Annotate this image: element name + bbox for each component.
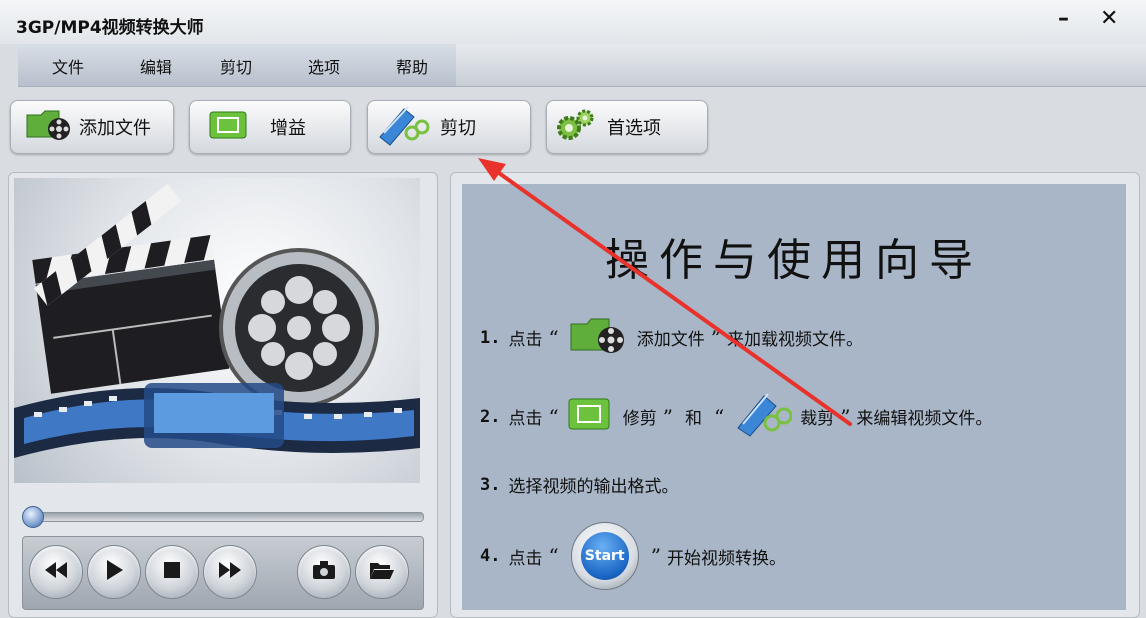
- fast-forward-button[interactable]: [203, 545, 257, 599]
- video-preview: [14, 178, 420, 483]
- open-folder-icon: [370, 561, 394, 583]
- seek-thumb[interactable]: [22, 506, 44, 528]
- stop-icon: [164, 562, 180, 582]
- quote: ”: [840, 404, 851, 429]
- snapshot-button[interactable]: [297, 545, 351, 599]
- rewind-icon: [45, 562, 67, 582]
- quote: ”: [662, 404, 673, 429]
- fast-forward-icon: [219, 562, 241, 582]
- add-file-label: 添加文件: [79, 118, 151, 139]
- step-text: 点击: [508, 409, 543, 429]
- step-text: 来加载视频文件。: [726, 330, 863, 350]
- usage-guide: 操作与使用向导 1. 点击 “ 添加文件 ” 来加载视频文件。 2. 点击 “: [462, 184, 1126, 610]
- preferences-label: 首选项: [607, 118, 661, 139]
- cut-button[interactable]: 剪切: [367, 100, 531, 154]
- stop-button[interactable]: [145, 545, 199, 599]
- gain-button[interactable]: 增益: [189, 100, 351, 154]
- crop-frame-icon: [567, 396, 611, 437]
- guide-step-3: 3. 选择视频的输出格式。: [480, 472, 679, 498]
- scissors-film-icon: [732, 390, 793, 443]
- add-file-button[interactable]: 添加文件: [10, 100, 174, 154]
- clapperboard-film-reel-image: [14, 183, 420, 458]
- step-text: 来编辑视频文件。: [856, 409, 993, 429]
- camera-icon: [313, 561, 335, 583]
- step-number: 3.: [480, 474, 501, 495]
- gears-icon: [555, 108, 595, 146]
- step-label-crop: 裁剪: [800, 409, 835, 429]
- quote: “: [548, 544, 559, 568]
- folder-film-icon: [25, 107, 73, 147]
- guide-step-1: 1. 点击 “ 添加文件 ” 来加载视频文件。: [480, 314, 863, 361]
- scissors-film-icon: [374, 103, 430, 151]
- menu-file[interactable]: 文件: [52, 54, 84, 78]
- menu-help[interactable]: 帮助: [396, 54, 428, 78]
- quote: “: [713, 404, 725, 429]
- gain-label: 增益: [270, 118, 306, 139]
- guide-step-4: 4. 点击 “ Start ” 开始视频转换。: [480, 522, 786, 590]
- menu-options[interactable]: 选项: [308, 54, 340, 78]
- guide-step-2: 2. 点击 “ 修剪 ” 和 “ 裁剪 ” 来编辑视频文件。: [480, 390, 992, 443]
- step-text: 开始视频转换。: [666, 548, 786, 569]
- cut-label: 剪切: [440, 118, 476, 139]
- playback-controls: [22, 536, 424, 610]
- close-button[interactable]: ✕: [1100, 6, 1118, 31]
- seek-bar[interactable]: [24, 512, 424, 522]
- step-text: 点击: [508, 548, 543, 569]
- guide-title: 操作与使用向导: [605, 235, 983, 286]
- step-text: 和: [684, 409, 702, 429]
- start-icon: Start: [570, 522, 639, 590]
- play-button[interactable]: [87, 545, 141, 599]
- quote: ”: [710, 325, 721, 350]
- window-title: 3GP/MP4视频转换大师: [16, 18, 204, 38]
- play-icon: [105, 560, 123, 584]
- menu-bar: 文件 编辑 剪切 选项 帮助: [18, 44, 1146, 87]
- start-label: Start: [580, 532, 629, 580]
- step-number: 4.: [480, 546, 501, 566]
- step-number: 1.: [480, 327, 501, 348]
- step-number: 2.: [480, 406, 501, 427]
- step-label: 添加文件: [636, 330, 705, 350]
- rewind-button[interactable]: [29, 545, 83, 599]
- step-label-trim: 修剪: [622, 409, 657, 429]
- open-folder-button[interactable]: [355, 545, 409, 599]
- step-text: 点击: [508, 330, 543, 350]
- step-text: 选择视频的输出格式。: [508, 477, 679, 497]
- quote: “: [548, 325, 559, 350]
- title-bar: 3GP/MP4视频转换大师 – ✕: [0, 0, 1146, 44]
- minimize-button[interactable]: –: [1058, 6, 1069, 31]
- quote: “: [548, 404, 559, 429]
- quote: ”: [650, 544, 661, 568]
- menu-cut[interactable]: 剪切: [220, 54, 252, 78]
- menu-edit[interactable]: 编辑: [140, 54, 172, 78]
- folder-film-icon: [569, 314, 627, 361]
- preferences-button[interactable]: 首选项: [546, 100, 708, 154]
- crop-frame-icon: [208, 109, 248, 145]
